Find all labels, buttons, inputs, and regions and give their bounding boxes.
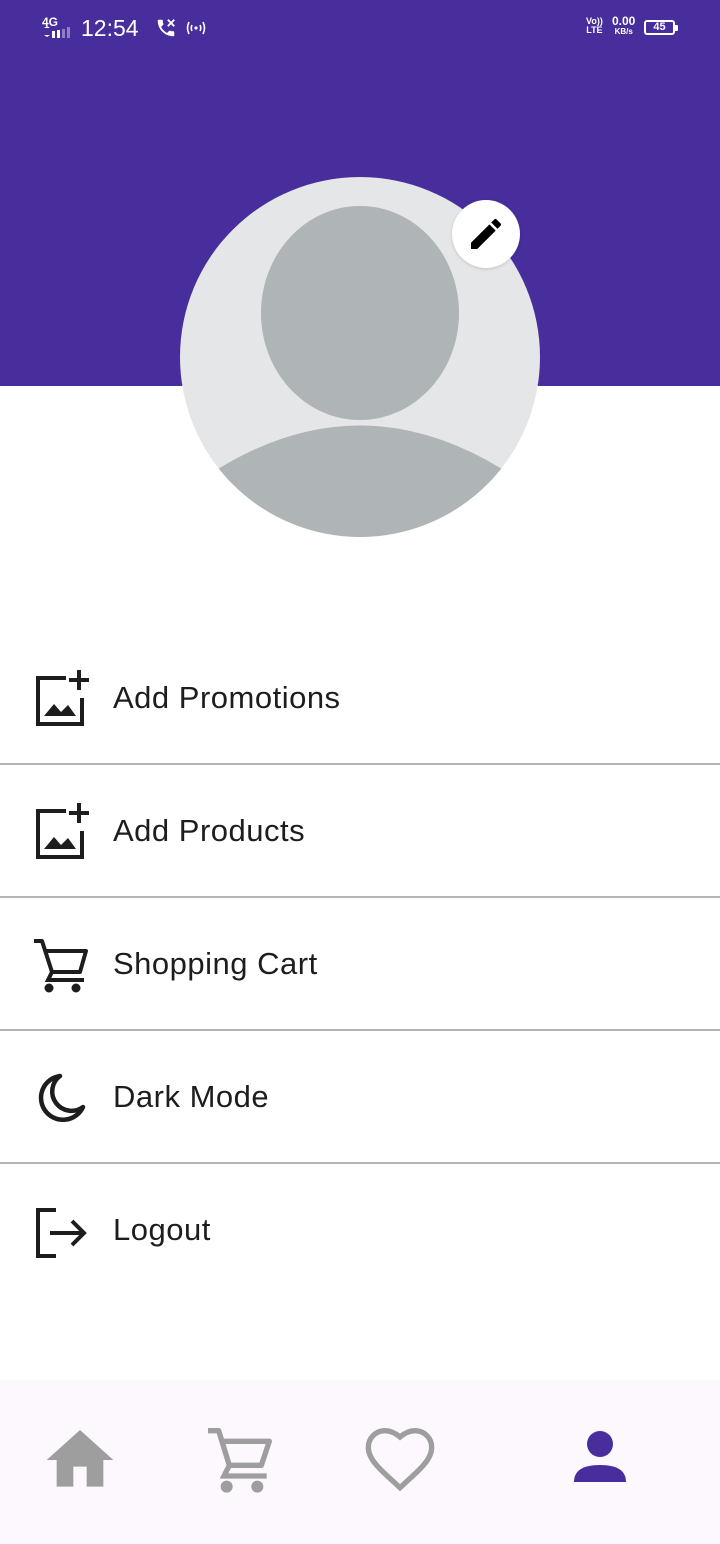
moon-icon [38,1073,86,1122]
heart-icon [365,1427,435,1492]
battery-indicator: 45 [644,20,678,35]
add-photo-icon [36,670,89,726]
edit-avatar-button[interactable] [452,200,520,268]
pencil-icon [471,218,502,249]
menu-label: Dark Mode [113,1079,270,1114]
cart-icon [34,939,88,993]
hotspot-icon [186,21,206,35]
nav-home[interactable] [40,1420,120,1500]
cart-icon [208,1428,272,1493]
menu-label: Shopping Cart [113,946,318,981]
home-icon [46,1430,114,1487]
volte-indicator: Vo)) LTE [586,16,603,35]
menu-item-dark-mode[interactable]: Dark Mode [0,1031,720,1164]
bottom-navigation-bar [0,1380,720,1544]
nav-cart[interactable] [200,1420,280,1500]
menu-item-logout[interactable]: Logout [0,1164,720,1297]
add-photo-icon [36,803,89,859]
menu-label: Add Promotions [113,680,341,715]
menu-label: Add Products [113,813,306,848]
status-bar: 4G 12:54 Vo)) LTE 0.00 KB/s 45 [0,0,720,58]
menu-item-shopping-cart[interactable]: Shopping Cart [0,898,720,1031]
nav-favorites[interactable] [360,1420,440,1500]
network-speed: 0.00 KB/s [612,14,636,36]
logout-icon [36,1208,87,1258]
signal-icon [44,26,70,38]
menu-label: Logout [113,1212,211,1247]
person-icon [574,1431,626,1482]
clock: 12:54 [81,15,139,41]
nav-profile[interactable] [560,1420,640,1500]
profile-menu: Add Promotions Add Products Shopping Car… [0,632,720,1297]
menu-item-add-products[interactable]: Add Products [0,765,720,898]
call-icon [157,19,175,37]
menu-item-add-promotions[interactable]: Add Promotions [0,632,720,765]
